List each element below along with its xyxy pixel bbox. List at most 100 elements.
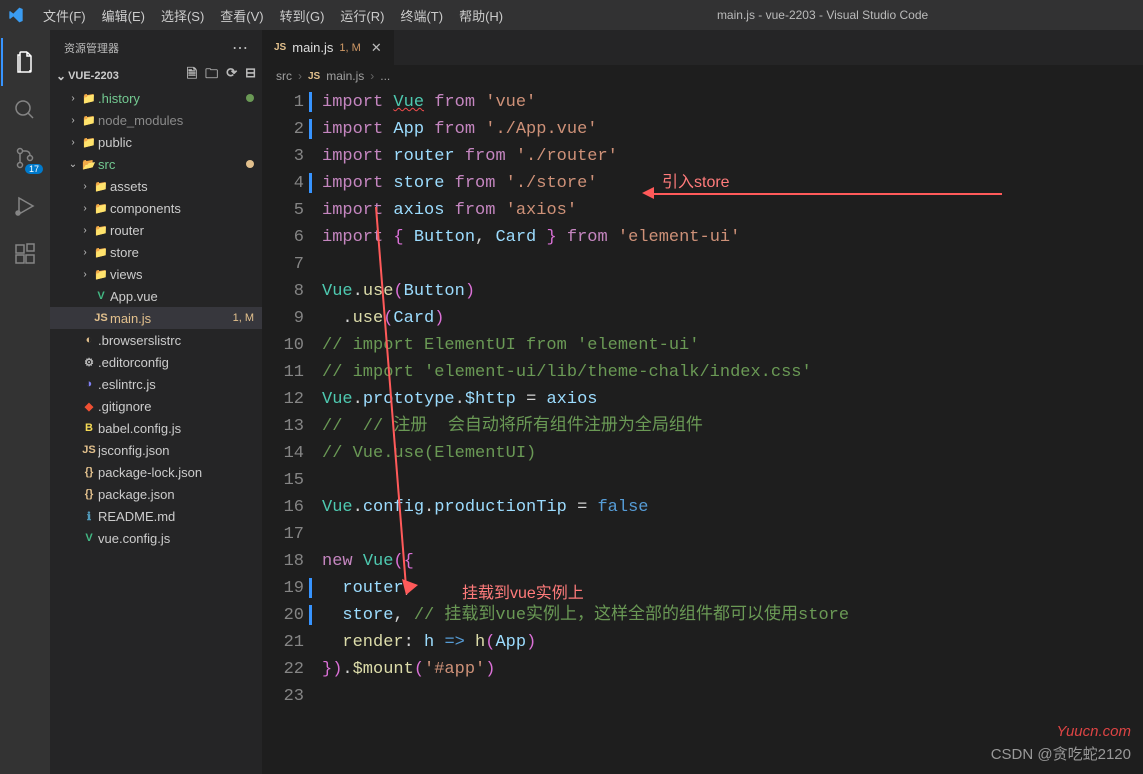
tree-item[interactable]: {}package-lock.json: [50, 461, 262, 483]
tree-item-label: router: [110, 223, 254, 238]
tree-item[interactable]: {}package.json: [50, 483, 262, 505]
chevron-icon[interactable]: ›: [78, 181, 92, 192]
code-editor[interactable]: 1234567891011121314151617181920212223 im…: [262, 87, 1143, 774]
tree-item[interactable]: JSmain.js1, M: [50, 307, 262, 329]
tree-item-label: .browserslistrc: [98, 333, 254, 348]
new-file-icon[interactable]: 🗎: [187, 65, 197, 87]
tree-item[interactable]: ›📁.history: [50, 87, 262, 109]
tree-item[interactable]: ›📁views: [50, 263, 262, 285]
code-line[interactable]: import axios from 'axios': [322, 197, 1143, 224]
code-line[interactable]: [322, 251, 1143, 278]
code-line[interactable]: router,: [322, 575, 1143, 602]
tree-item[interactable]: ›📁router: [50, 219, 262, 241]
breadcrumb-item[interactable]: main.js: [326, 69, 364, 83]
code-line[interactable]: render: h => h(App): [322, 629, 1143, 656]
chevron-icon[interactable]: ›: [78, 225, 92, 236]
code-line[interactable]: store, // 挂载到vue实例上，这样全部的组件都可以使用store: [322, 602, 1143, 629]
collapse-icon[interactable]: ⊟: [245, 65, 256, 87]
watermark: Yuucn.com: [1057, 723, 1131, 740]
sidebar-more-icon[interactable]: ⋯: [232, 38, 248, 58]
file-icon: {}: [80, 466, 98, 478]
code-line[interactable]: // import ElementUI from 'element-ui': [322, 332, 1143, 359]
code-line[interactable]: // Vue.use(ElementUI): [322, 440, 1143, 467]
line-number: 5: [262, 197, 304, 224]
code-line[interactable]: // // 注册 会自动将所有组件注册为全局组件: [322, 413, 1143, 440]
breadcrumb-item[interactable]: ...: [380, 69, 390, 83]
menu-item[interactable]: 转到(G): [273, 2, 332, 29]
code-line[interactable]: new Vue({: [322, 548, 1143, 575]
chevron-icon[interactable]: ›: [66, 137, 80, 148]
tree-item[interactable]: Vvue.config.js: [50, 527, 262, 549]
tree-item[interactable]: ›📁components: [50, 197, 262, 219]
extensions-icon[interactable]: [1, 230, 49, 278]
vscode-logo-icon: [8, 6, 26, 24]
line-number: 11: [262, 359, 304, 386]
chevron-icon[interactable]: ›: [78, 203, 92, 214]
folder-icon: 📁: [92, 202, 110, 215]
folder-icon: 📁: [80, 114, 98, 127]
tree-item[interactable]: Bbabel.config.js: [50, 417, 262, 439]
menu-item[interactable]: 编辑(E): [95, 2, 152, 29]
line-number: 9: [262, 305, 304, 332]
refresh-icon[interactable]: ⟳: [226, 65, 237, 87]
new-folder-icon[interactable]: 🗀: [205, 65, 218, 87]
tab-main-js[interactable]: JS main.js 1, M ✕: [262, 30, 394, 65]
tree-item[interactable]: ◆.gitignore: [50, 395, 262, 417]
menu-item[interactable]: 查看(V): [213, 2, 270, 29]
chevron-icon[interactable]: ›: [78, 269, 92, 280]
tree-item[interactable]: ›📁store: [50, 241, 262, 263]
menu-item[interactable]: 帮助(H): [452, 2, 510, 29]
line-number: 8: [262, 278, 304, 305]
code-line[interactable]: import router from './router': [322, 143, 1143, 170]
chevron-right-icon: ›: [298, 69, 302, 83]
chevron-icon[interactable]: ›: [78, 247, 92, 258]
code-line[interactable]: import App from './App.vue': [322, 116, 1143, 143]
menu-item[interactable]: 文件(F): [36, 2, 93, 29]
chevron-icon[interactable]: ⌄: [66, 159, 80, 170]
menu-item[interactable]: 运行(R): [333, 2, 391, 29]
source-control-icon[interactable]: 17: [1, 134, 49, 182]
line-number: 13: [262, 413, 304, 440]
breadcrumb[interactable]: src › JS main.js › ...: [262, 65, 1143, 87]
code-line[interactable]: Vue.prototype.$http = axios: [322, 386, 1143, 413]
search-icon[interactable]: [1, 86, 49, 134]
tree-item[interactable]: ◐.browserslistrc: [50, 329, 262, 351]
code-line[interactable]: import { Button, Card } from 'element-ui…: [322, 224, 1143, 251]
code-line[interactable]: import Vue from 'vue': [322, 89, 1143, 116]
chevron-down-icon[interactable]: ⌄: [56, 69, 66, 83]
code-line[interactable]: Vue.use(Button): [322, 278, 1143, 305]
code-line[interactable]: }).$mount('#app'): [322, 656, 1143, 683]
chevron-icon[interactable]: ›: [66, 93, 80, 104]
line-number: 17: [262, 521, 304, 548]
folder-icon: 📁: [92, 246, 110, 259]
menu-item[interactable]: 选择(S): [154, 2, 211, 29]
tree-item[interactable]: ◑.eslintrc.js: [50, 373, 262, 395]
tree-item[interactable]: ›📁public: [50, 131, 262, 153]
close-icon[interactable]: ✕: [371, 40, 382, 56]
tree-item[interactable]: ›📁assets: [50, 175, 262, 197]
breadcrumb-item[interactable]: src: [276, 69, 292, 83]
code-line[interactable]: Vue.config.productionTip = false: [322, 494, 1143, 521]
project-name[interactable]: VUE-2203: [68, 70, 119, 82]
tree-item[interactable]: ⚙.editorconfig: [50, 351, 262, 373]
tree-item[interactable]: ℹREADME.md: [50, 505, 262, 527]
code-line[interactable]: // import 'element-ui/lib/theme-chalk/in…: [322, 359, 1143, 386]
code-line[interactable]: [322, 467, 1143, 494]
file-icon: V: [80, 532, 98, 544]
chevron-icon[interactable]: ›: [66, 115, 80, 126]
code-line[interactable]: [322, 521, 1143, 548]
code-content[interactable]: import Vue from 'vue'import App from './…: [322, 89, 1143, 774]
tree-item-label: components: [110, 201, 254, 216]
code-line[interactable]: import store from './store': [322, 170, 1143, 197]
folder-icon: 📁: [92, 268, 110, 281]
tree-item[interactable]: VApp.vue: [50, 285, 262, 307]
line-number: 10: [262, 332, 304, 359]
menu-item[interactable]: 终端(T): [393, 2, 450, 29]
tree-item[interactable]: JSjsconfig.json: [50, 439, 262, 461]
tree-item[interactable]: ⌄📂src: [50, 153, 262, 175]
run-debug-icon[interactable]: [1, 182, 49, 230]
code-line[interactable]: [322, 683, 1143, 710]
explorer-icon[interactable]: [1, 38, 49, 86]
code-line[interactable]: .use(Card): [322, 305, 1143, 332]
tree-item[interactable]: ›📁node_modules: [50, 109, 262, 131]
